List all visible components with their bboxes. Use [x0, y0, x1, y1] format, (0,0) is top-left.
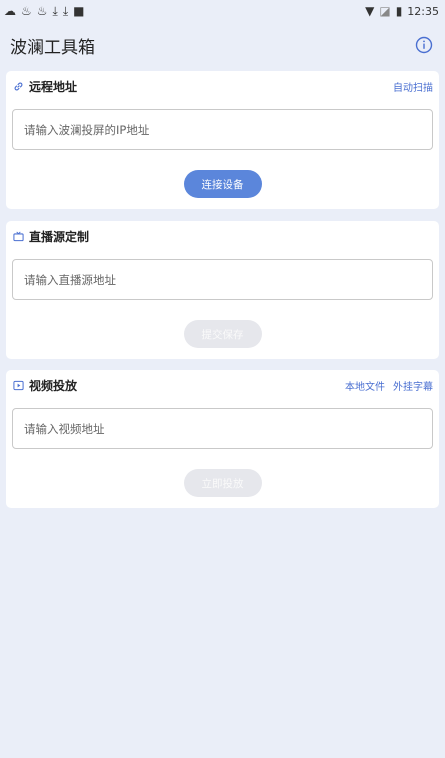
remote-address-card: 远程地址 自动扫描 连接设备 [6, 71, 439, 209]
notification-icon: ♨ [36, 4, 48, 18]
status-bar-right: ▼ ◪ ▮ 12:35 [365, 5, 439, 18]
live-source-input[interactable] [24, 272, 432, 287]
cloud-icon: ☁ [4, 4, 16, 18]
video-cast-title: 视频投放 [29, 378, 78, 393]
status-bar-left: ☁ ♨ ♨ ⤓ ⤓ ■ [4, 5, 85, 17]
submit-save-button[interactable]: 提交保存 [183, 320, 262, 348]
live-source-field[interactable] [12, 259, 433, 300]
connect-device-button[interactable]: 连接设备 [183, 170, 262, 198]
video-cast-header: 视频投放 本地文件 外挂字幕 [6, 370, 439, 400]
ip-address-field[interactable] [12, 109, 433, 150]
app-header: 波澜工具箱 [0, 22, 445, 68]
live-source-title: 直播源定制 [29, 229, 90, 244]
wifi-icon: ▼ [365, 4, 375, 18]
square-icon: ■ [73, 4, 85, 18]
download-icon: ⤓ [52, 4, 58, 18]
video-cast-card: 视频投放 本地文件 外挂字幕 立即投放 [6, 370, 439, 508]
notification-icon: ♨ [21, 4, 32, 18]
ip-address-input[interactable] [24, 122, 432, 137]
video-url-input[interactable] [24, 421, 432, 436]
info-icon[interactable] [415, 36, 433, 54]
local-file-link[interactable]: 本地文件 [345, 378, 385, 393]
status-time: 12:35 [407, 4, 439, 18]
auto-scan-link[interactable]: 自动扫描 [393, 79, 433, 94]
remote-address-title: 远程地址 [29, 79, 78, 94]
cast-now-button[interactable]: 立即投放 [183, 469, 262, 497]
battery-icon: ▮ [395, 4, 403, 18]
link-icon [14, 82, 23, 90]
signal-icon: ◪ [379, 4, 391, 18]
video-url-field[interactable] [12, 408, 433, 449]
download-icon: ⤓ [62, 4, 69, 18]
live-source-header: 直播源定制 [6, 221, 439, 251]
status-bar: ☁ ♨ ♨ ⤓ ⤓ ■ ▼ ◪ ▮ 12:35 [0, 0, 445, 22]
remote-address-header: 远程地址 自动扫描 [6, 71, 439, 101]
tv-icon [13, 231, 24, 241]
external-subtitle-link[interactable]: 外挂字幕 [393, 378, 433, 393]
live-source-card: 直播源定制 提交保存 [6, 221, 439, 359]
play-icon [13, 380, 24, 390]
app-title: 波澜工具箱 [10, 37, 95, 58]
